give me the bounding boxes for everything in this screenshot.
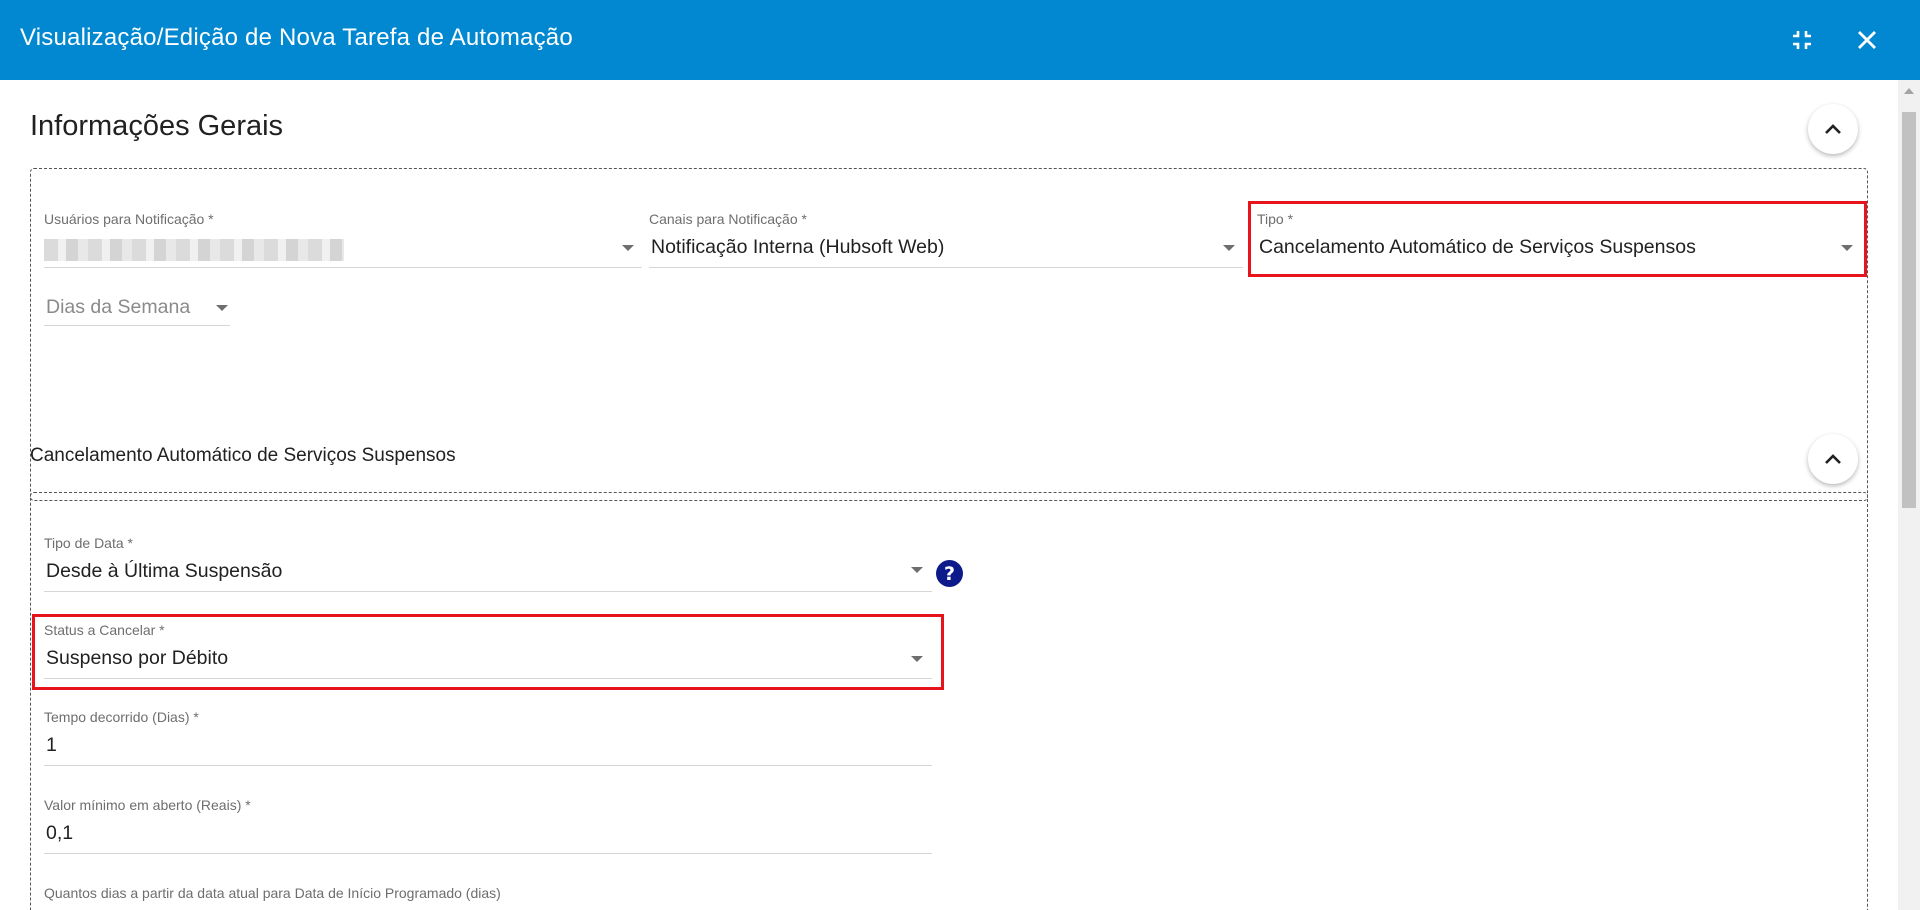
tempo-decorrido-label: Tempo decorrido (Dias) * <box>44 709 199 725</box>
cancel-panel: Tipo de Data * Desde à Última Suspensão … <box>30 492 1868 910</box>
chevron-down-icon <box>1223 245 1235 251</box>
scrollbar-thumb[interactable] <box>1902 112 1916 508</box>
chevron-down-icon <box>216 305 228 311</box>
cancel-section-title: Cancelamento Automático de Serviços Susp… <box>30 445 456 466</box>
tipo-data-value: Desde à Última Suspensão <box>46 560 283 582</box>
dias-semana-placeholder: Dias da Semana <box>46 296 191 318</box>
usuarios-label: Usuários para Notificação * <box>44 211 214 227</box>
general-section-title: Informações Gerais <box>30 110 284 142</box>
valor-minimo-input[interactable]: Valor mínimo em aberto (Reais) * 0,1 <box>44 797 932 854</box>
chevron-up-icon <box>1825 454 1841 464</box>
chevron-down-icon <box>622 245 634 251</box>
chevron-up-icon <box>1825 124 1841 134</box>
vertical-scrollbar[interactable] <box>1898 80 1920 910</box>
collapse-general-button[interactable] <box>1808 104 1858 154</box>
compress-icon[interactable] <box>1784 22 1820 58</box>
collapse-cancel-button[interactable] <box>1808 434 1858 484</box>
tipo-value: Cancelamento Automático de Serviços Susp… <box>1259 236 1696 258</box>
usuarios-value-blurred <box>44 239 344 261</box>
chevron-down-icon <box>911 656 923 662</box>
canais-select[interactable]: Canais para Notificação * Notificação In… <box>649 211 1243 268</box>
scroll-up-arrow-icon[interactable] <box>1904 88 1914 94</box>
status-cancelar-select[interactable]: Status a Cancelar * Suspenso por Débito <box>44 622 932 679</box>
usuarios-select[interactable]: Usuários para Notificação * <box>44 211 642 268</box>
valor-minimo-label: Valor mínimo em aberto (Reais) * <box>44 797 251 813</box>
dialog-content: Informações Gerais Usuários para Notific… <box>0 80 1898 910</box>
quantos-dias-input[interactable]: Quantos dias a partir da data atual para… <box>44 885 932 910</box>
dias-semana-select[interactable]: Dias da Semana <box>44 291 230 341</box>
dialog-header: Visualização/Edição de Nova Tarefa de Au… <box>0 0 1920 80</box>
dialog-title: Visualização/Edição de Nova Tarefa de Au… <box>20 24 573 51</box>
status-cancelar-label: Status a Cancelar * <box>44 622 165 638</box>
close-icon[interactable] <box>1849 22 1885 58</box>
quantos-dias-label: Quantos dias a partir da data atual para… <box>44 885 501 901</box>
tipo-data-select[interactable]: Tipo de Data * Desde à Última Suspensão <box>44 535 932 592</box>
status-cancelar-value: Suspenso por Débito <box>46 647 229 669</box>
canais-label: Canais para Notificação * <box>649 211 807 227</box>
tempo-decorrido-value: 1 <box>46 734 57 756</box>
chevron-down-icon <box>911 567 923 573</box>
help-icon[interactable]: ? <box>936 560 963 587</box>
valor-minimo-value: 0,1 <box>46 822 74 844</box>
canais-value: Notificação Interna (Hubsoft Web) <box>651 236 945 258</box>
tempo-decorrido-input[interactable]: Tempo decorrido (Dias) * 1 <box>44 709 932 766</box>
tipo-label: Tipo * <box>1257 211 1294 227</box>
chevron-down-icon <box>1841 245 1853 251</box>
tipo-data-label: Tipo de Data * <box>44 535 133 551</box>
tipo-select[interactable]: Tipo * Cancelamento Automático de Serviç… <box>1257 211 1861 261</box>
